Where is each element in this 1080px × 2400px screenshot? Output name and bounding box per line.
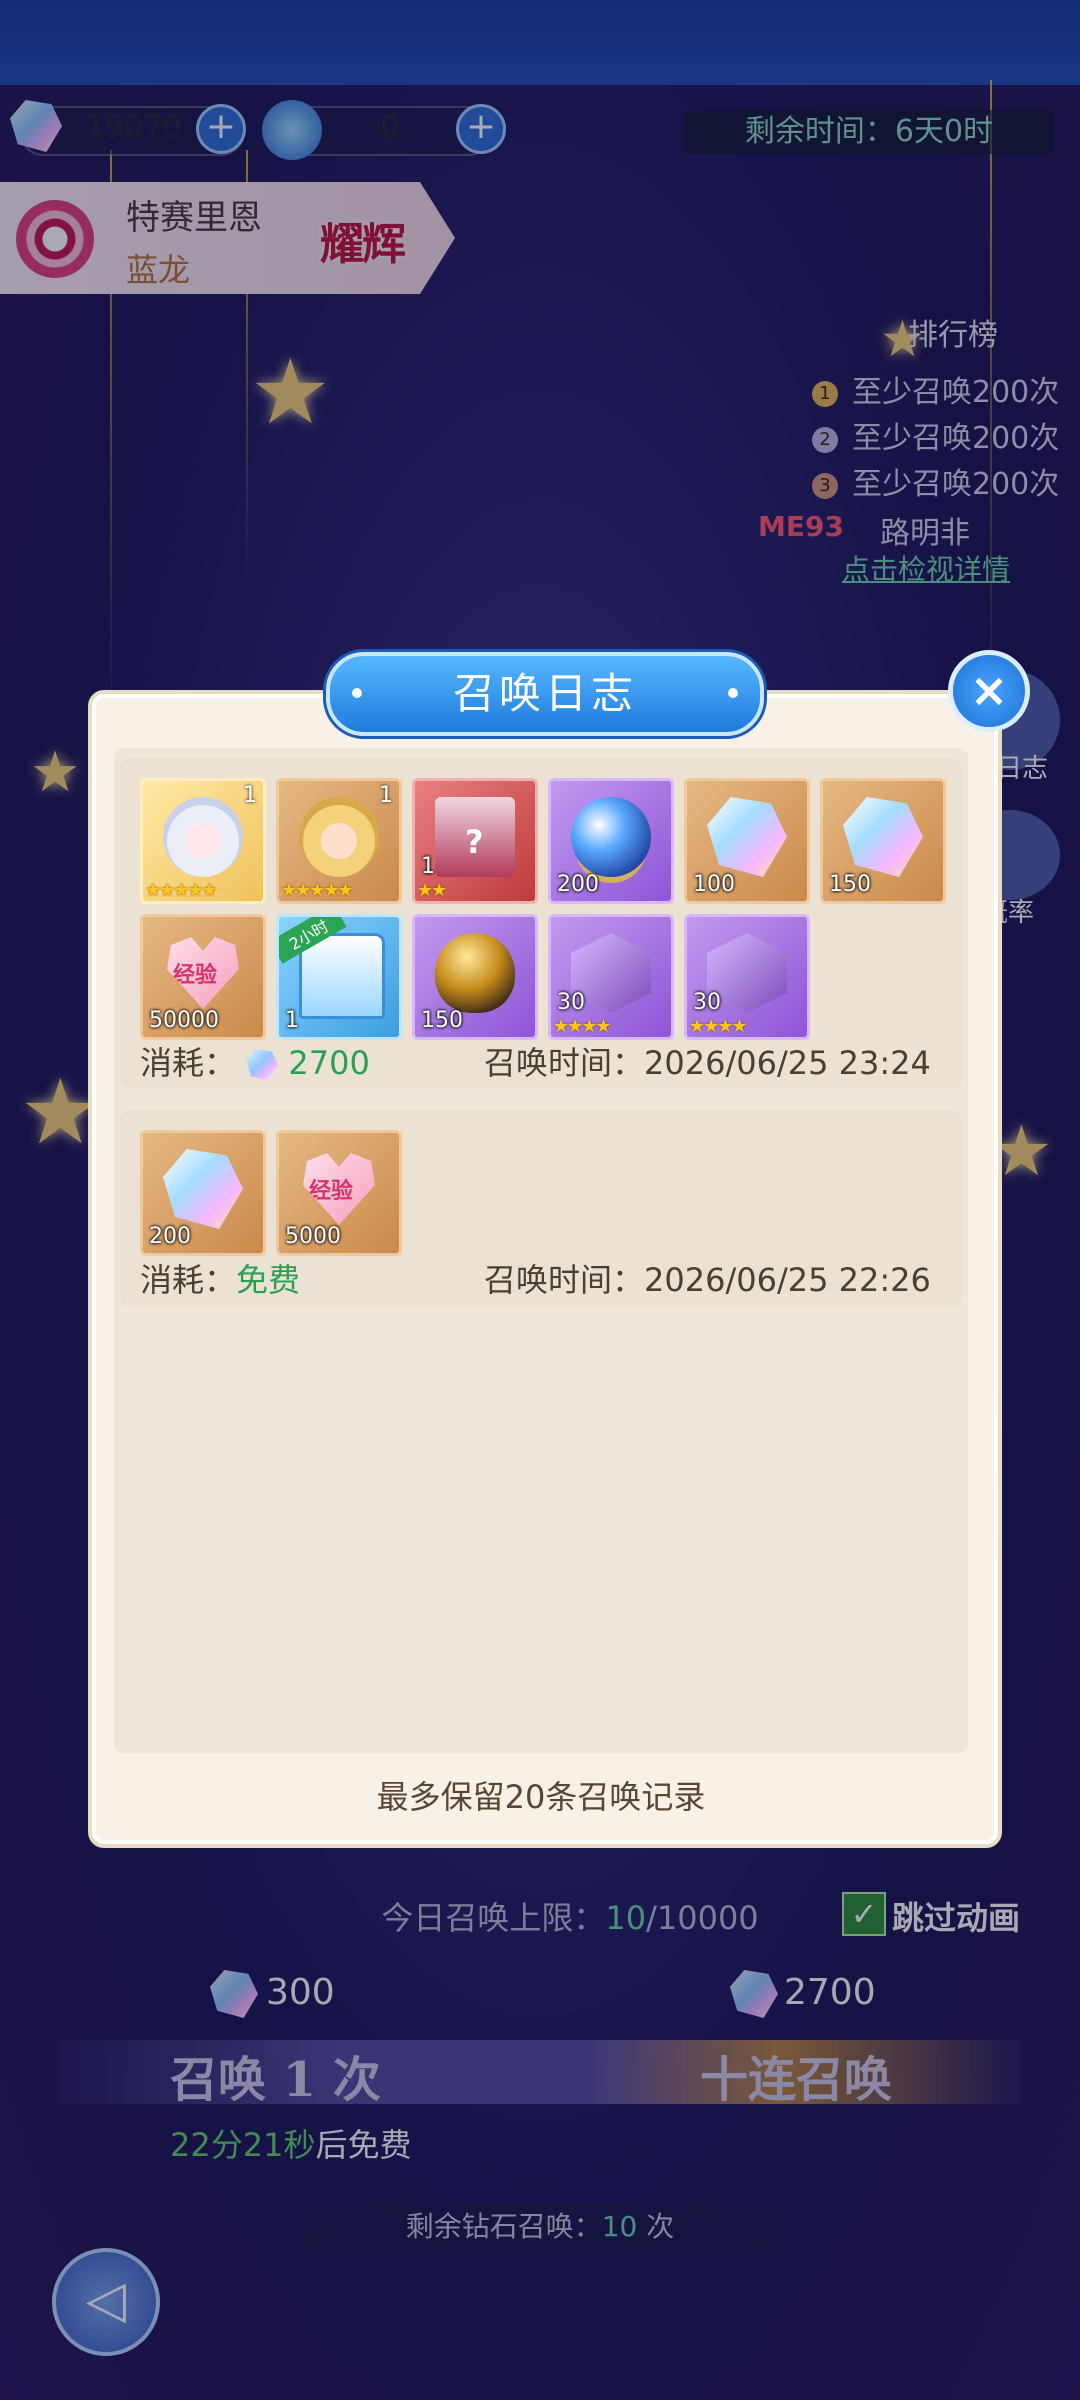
title-dot-icon: [352, 688, 362, 698]
cost-value: 免费: [236, 1261, 301, 1299]
reward-item[interactable]: 2小时 1: [276, 914, 402, 1040]
reward-count: 150: [421, 1008, 463, 1033]
cost-label: 消耗：: [140, 1044, 237, 1082]
hero-portrait-icon: [163, 797, 243, 877]
exp-heart-icon: 经验: [303, 1153, 375, 1225]
summon-record: 1 ★★★★★ 1 ★★★★★ ? 1 ★★ 200 100 150 经验 50…: [120, 758, 962, 1088]
reward-count: 100: [693, 872, 735, 897]
reward-count: 1: [421, 854, 435, 879]
reward-item[interactable]: 1 ★★★★★: [276, 778, 402, 904]
cost-label: 消耗：: [140, 1261, 237, 1299]
reward-item[interactable]: 150: [412, 914, 538, 1040]
record-time: 召唤时间：2026/06/25 22:26: [484, 1255, 931, 1301]
reward-item[interactable]: 200: [140, 1130, 266, 1256]
reward-item[interactable]: 经验 5000: [276, 1130, 402, 1256]
diamond-icon: [707, 797, 787, 877]
cost-value: 2700: [288, 1044, 370, 1082]
time-label: 召唤时间：: [484, 1044, 645, 1082]
reward-count: 5000: [285, 1224, 341, 1249]
dialog-title: 召唤日志: [326, 652, 764, 736]
reward-item[interactable]: 200: [548, 778, 674, 904]
record-cost: 消耗： 2700: [140, 1038, 370, 1084]
record-limit-note: 最多保留20条召唤记录: [376, 1778, 706, 1816]
star-rating: ★★★★★: [281, 880, 354, 901]
reward-item[interactable]: 100: [684, 778, 810, 904]
reward-item[interactable]: 150: [820, 778, 946, 904]
reward-count: 200: [557, 872, 599, 897]
title-dot-icon: [728, 688, 738, 698]
record-time: 召唤时间：2026/06/25 23:24: [484, 1038, 931, 1084]
reward-item[interactable]: 30 ★★★★: [548, 914, 674, 1040]
reward-count: 150: [829, 872, 871, 897]
hero-portrait-icon: [299, 797, 379, 877]
crystal-orb-icon: [571, 797, 651, 877]
summon-record: 200 经验 5000 消耗：免费 召唤时间：2026/06/25 22:26: [120, 1110, 962, 1308]
time-value: 2026/06/25 22:26: [644, 1261, 931, 1299]
diamond-icon: [246, 1049, 279, 1081]
exp-label: 经验: [173, 963, 218, 988]
time-value: 2026/06/25 23:24: [644, 1044, 931, 1082]
reward-item[interactable]: 经验 50000: [140, 914, 266, 1040]
reward-corner-count: 1: [243, 783, 257, 808]
golden-egg-icon: [435, 933, 515, 1013]
star-rating: ★★★★: [689, 1016, 748, 1037]
reward-item[interactable]: 30 ★★★★: [684, 914, 810, 1040]
record-cost: 消耗：免费: [140, 1255, 300, 1301]
dialog-title-text: 召唤日志: [452, 669, 637, 718]
reward-count: 30: [693, 990, 721, 1015]
reward-corner-count: 1: [379, 783, 393, 808]
star-rating: ★★: [417, 880, 447, 901]
random-box-icon: ?: [435, 797, 515, 877]
reward-item[interactable]: 1 ★★★★★: [140, 778, 266, 904]
time-label: 召唤时间：: [484, 1261, 645, 1299]
reward-count: 30: [557, 990, 585, 1015]
diamond-icon: [163, 1149, 243, 1229]
reward-item[interactable]: ? 1 ★★: [412, 778, 538, 904]
reward-count: 200: [149, 1224, 191, 1249]
exp-heart-icon: 经验: [167, 937, 239, 1009]
star-rating: ★★★★★: [145, 880, 218, 901]
star-rating: ★★★★: [553, 1016, 612, 1037]
reward-count: 50000: [149, 1008, 219, 1033]
diamond-icon: [843, 797, 923, 877]
exp-label: 经验: [309, 1179, 354, 1204]
reward-count: 1: [285, 1008, 299, 1033]
close-button[interactable]: ×: [948, 650, 1030, 732]
